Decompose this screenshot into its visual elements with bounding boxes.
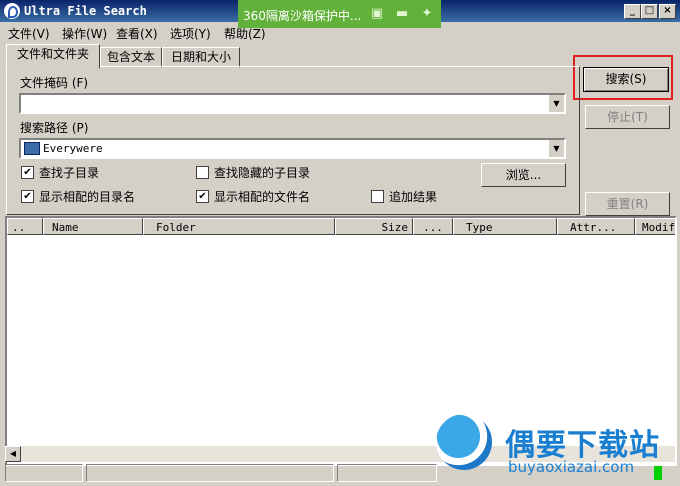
search-path-input[interactable]: Everywere ▼: [19, 138, 566, 159]
menu-action[interactable]: 操作(W): [62, 25, 107, 42]
maximize-button[interactable]: □: [641, 4, 658, 19]
reset-button[interactable]: 重置(R): [585, 192, 670, 216]
column-header-name[interactable]: Name: [43, 218, 143, 235]
app-icon: [4, 3, 20, 19]
column-header-modified[interactable]: Modif: [635, 218, 675, 235]
stop-button[interactable]: 停止(T): [585, 105, 670, 129]
chevron-down-icon[interactable]: ▼: [548, 140, 564, 157]
menu-help[interactable]: 帮助(Z): [224, 25, 266, 42]
checkbox-icon[interactable]: [371, 190, 384, 203]
checkbox-find-hidden-subdirs[interactable]: 查找隐藏的子目录: [196, 164, 310, 181]
pin-icon[interactable]: ✦: [419, 6, 435, 22]
menu-file[interactable]: 文件(V): [8, 25, 50, 42]
column-header-folder[interactable]: Folder: [143, 218, 335, 235]
tab-files-folders[interactable]: 文件和文件夹: [6, 44, 100, 69]
checkbox-show-dir-names[interactable]: ✔ 显示相配的目录名: [21, 188, 135, 205]
chevron-down-icon[interactable]: ▼: [548, 95, 564, 112]
column-header-extra[interactable]: ...: [413, 218, 453, 235]
close-button[interactable]: ×: [659, 4, 676, 19]
monitor-icon: [24, 142, 40, 155]
column-header-attr[interactable]: Attr...: [557, 218, 635, 235]
column-header-size[interactable]: Size: [335, 218, 413, 235]
tab-contains-text[interactable]: 包含文本: [100, 47, 162, 68]
checkbox-append-results[interactable]: 追加结果: [371, 188, 437, 205]
status-pane-2: [86, 464, 334, 482]
folder-icon[interactable]: ▬: [394, 6, 410, 22]
menu-options[interactable]: 选项(Y): [170, 25, 211, 42]
checkbox-icon[interactable]: ✔: [21, 190, 34, 203]
search-path-label: 搜索路径 (P): [20, 121, 89, 135]
watermark-logo-icon: [436, 414, 492, 470]
checkbox-show-file-names[interactable]: ✔ 显示相配的文件名: [196, 188, 310, 205]
menu-bar: 文件(V) 操作(W) 查看(X) 选项(Y) 帮助(Z): [0, 22, 680, 42]
highlight-box: [573, 55, 673, 100]
status-pane-3: [337, 464, 437, 482]
search-path-value: Everywere: [43, 142, 103, 155]
status-indicator: [654, 466, 662, 480]
column-header-icon[interactable]: ..: [7, 218, 43, 235]
watermark-url: buyaoxiazai.com: [508, 458, 635, 476]
status-pane-1: [5, 464, 83, 482]
tab-date-size[interactable]: 日期和大小: [162, 47, 240, 68]
file-mask-input[interactable]: ▼: [19, 93, 566, 114]
minimize-button[interactable]: _: [624, 4, 641, 19]
menu-view[interactable]: 查看(X): [116, 25, 158, 42]
checkbox-find-subdirs[interactable]: ✔ 查找子目录: [21, 164, 99, 181]
column-header-type[interactable]: Type: [453, 218, 557, 235]
window-title: Ultra File Search: [24, 4, 147, 18]
checkbox-icon[interactable]: ✔: [196, 190, 209, 203]
file-mask-label: 文件掩码 (F): [20, 76, 89, 90]
browse-button[interactable]: 浏览...: [481, 163, 566, 187]
scroll-left-icon[interactable]: ◀: [5, 446, 21, 462]
checkbox-icon[interactable]: ✔: [21, 166, 34, 179]
shield-icon[interactable]: ▣: [369, 6, 385, 22]
checkbox-icon[interactable]: [196, 166, 209, 179]
